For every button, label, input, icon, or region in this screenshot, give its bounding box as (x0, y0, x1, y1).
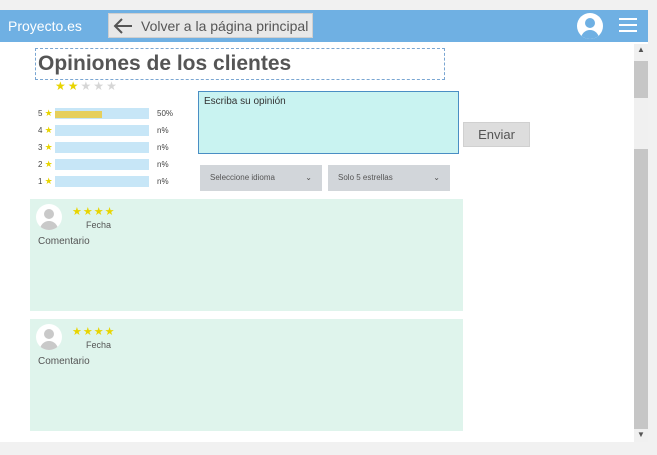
star-icon: ★ (93, 79, 107, 93)
star-icon: ★ (104, 206, 116, 218)
language-select[interactable]: Seleccione idioma ⌄ (200, 165, 322, 191)
star-icon: ★ (67, 79, 81, 93)
top-navigation-bar: Proyecto.es Volver a la página principal (0, 10, 648, 42)
star-icon: ★ (82, 206, 94, 218)
opinion-placeholder: Escriba su opinión (204, 96, 286, 107)
rating-bar (55, 142, 149, 153)
star-icon: ★ (93, 206, 105, 218)
review-card: ★★★★ Fecha Comentario (30, 199, 463, 311)
rating-row: 5 ★ 50% (38, 108, 178, 120)
rating-bar (55, 108, 149, 119)
rating-bar-fill (55, 111, 102, 118)
rating-row: 1 ★ n% (38, 176, 178, 188)
rating-percent: n% (157, 143, 169, 152)
chevron-down-icon: ⌄ (305, 173, 312, 182)
rating-row-label: 3 ★ (38, 142, 53, 153)
star-icon: ★ (104, 326, 116, 338)
rating-bar (55, 125, 149, 136)
rating-bar (55, 176, 149, 187)
star-icon: ★ (72, 206, 83, 218)
review-date: Fecha (86, 340, 112, 350)
average-rating-stars: ★★★★★ (55, 79, 119, 93)
review-date: Fecha (86, 220, 112, 230)
star-icon: ★ (106, 79, 119, 93)
star-icon: ★ (72, 326, 83, 338)
star-icon: ★ (80, 79, 94, 93)
rating-stars-count: 1 (38, 177, 45, 186)
rating-row-label: 2 ★ (38, 159, 53, 170)
hamburger-menu-icon[interactable] (619, 18, 637, 33)
stars-filter-select[interactable]: Solo 5 estrellas ⌄ (328, 165, 450, 191)
review-comment: Comentario (38, 236, 90, 247)
reviewer-avatar-icon (36, 324, 62, 350)
rating-row: 2 ★ n% (38, 159, 178, 171)
star-icon: ★ (55, 79, 68, 93)
opinion-textarea[interactable]: Escriba su opinión (198, 91, 459, 154)
review-stars: ★★★★ (72, 325, 116, 338)
rating-row: 4 ★ n% (38, 125, 178, 137)
vertical-scrollbar[interactable]: ▲ ▼ (634, 44, 648, 442)
rating-percent: n% (157, 160, 169, 169)
rating-row: 3 ★ n% (38, 142, 178, 154)
scroll-down-arrow-icon[interactable]: ▼ (637, 430, 645, 439)
rating-stars-count: 4 (38, 126, 45, 135)
rating-stars-count: 2 (38, 160, 45, 169)
rating-percent: n% (157, 177, 169, 186)
stars-filter-value: Solo 5 estrellas (338, 173, 393, 182)
star-icon: ★ (93, 326, 105, 338)
page-title: Opiniones de los clientes (35, 48, 445, 80)
reviewer-avatar-icon (36, 204, 62, 230)
chevron-down-icon: ⌄ (433, 173, 440, 182)
rating-percent: n% (157, 126, 169, 135)
back-button-label: Volver a la página principal (141, 17, 309, 34)
rating-stars-count: 3 (38, 143, 45, 152)
star-icon: ★ (44, 142, 53, 152)
rating-bar (55, 159, 149, 170)
rating-row-label: 4 ★ (38, 125, 53, 136)
send-button[interactable]: Enviar (463, 122, 530, 147)
star-icon: ★ (44, 108, 53, 118)
review-comment: Comentario (38, 356, 90, 367)
user-avatar-icon[interactable] (577, 13, 603, 39)
star-icon: ★ (44, 125, 53, 135)
review-card: ★★★★ Fecha Comentario (30, 319, 463, 431)
rating-row-label: 1 ★ (38, 176, 53, 187)
star-icon: ★ (82, 326, 94, 338)
scrollbar-thumb[interactable] (634, 61, 648, 98)
brand-link[interactable]: Proyecto.es (8, 18, 82, 34)
back-to-home-button[interactable]: Volver a la página principal (108, 13, 313, 38)
rating-percent: 50% (157, 109, 174, 118)
scrollbar-thumb[interactable] (634, 149, 648, 429)
star-icon: ★ (44, 176, 53, 186)
language-select-value: Seleccione idioma (210, 173, 275, 182)
star-icon: ★ (44, 159, 53, 169)
rating-stars-count: 5 (38, 109, 45, 118)
app-window: Proyecto.es Volver a la página principal… (0, 10, 648, 442)
arrow-left-icon (113, 17, 132, 34)
review-stars: ★★★★ (72, 205, 116, 218)
scroll-up-arrow-icon[interactable]: ▲ (637, 45, 645, 54)
rating-row-label: 5 ★ (38, 108, 53, 119)
